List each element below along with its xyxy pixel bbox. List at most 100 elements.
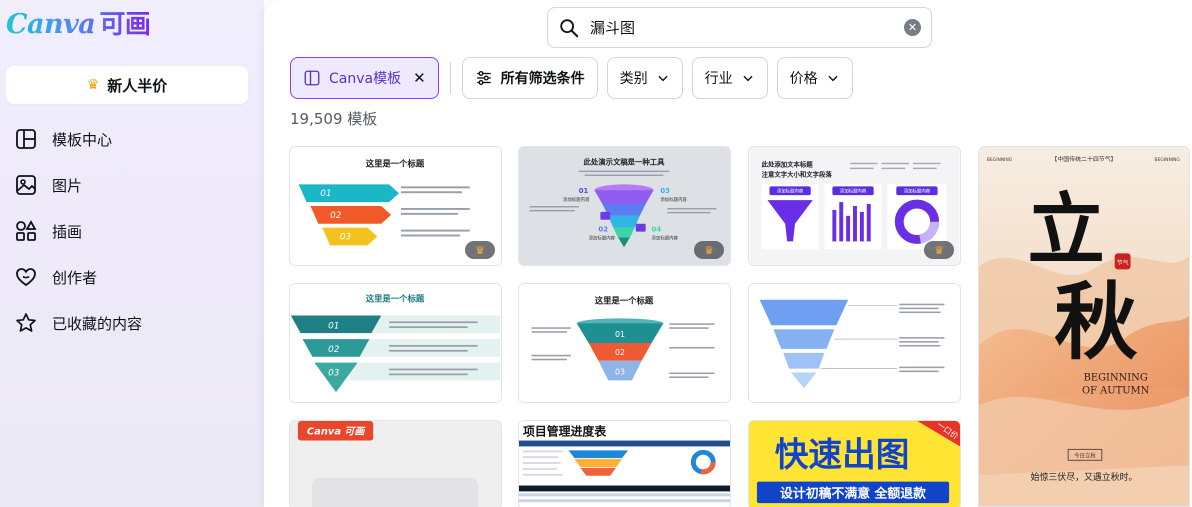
step-number: 02 (615, 348, 625, 357)
sidebar-item-illustrations[interactable]: 插画 (14, 208, 254, 254)
chip-label: Canva模板 (329, 71, 402, 87)
step-number: 03 (615, 367, 625, 376)
thumb-label: 添加标题内容 (563, 196, 590, 203)
crown-icon: ♛ (86, 77, 100, 93)
star-icon (16, 313, 36, 332)
canva-logo[interactable]: Canva 可画 (6, 4, 150, 40)
thumb-title: 此处演示文稿是一种工具 (584, 158, 666, 167)
template-icon (16, 129, 36, 149)
dropdown-label: 价格 (789, 71, 818, 87)
thumb-en-text: BEGINNING (1084, 373, 1148, 384)
result-count: 19,509 模板 (290, 110, 378, 128)
thumb-label: 添加标题内容 (652, 234, 679, 241)
thumb-subtitle: 设计初稿不满意 全额退款 (780, 485, 926, 501)
all-filters-label: 所有筛选条件 (500, 71, 585, 87)
template-card-funnel-1[interactable]: 这里是一个标题 01 02 03 ♛ (289, 146, 502, 266)
price-dropdown[interactable]: 价格 (776, 57, 853, 99)
shapes-icon (16, 220, 37, 241)
sidebar: Canva 可画 ♛ 新人半价 模板中心 图片 插画 创作者 已收藏的内容 (0, 0, 264, 507)
chevron-down-icon (658, 75, 668, 82)
thumb-title: 这里是一个标题 (366, 159, 425, 169)
template-card-funnel-2[interactable]: 此处演示文稿是一种工具 01 03 02 04 添加标题内容 添加标题内容 添加… (518, 146, 731, 266)
template-thumbnail: 这里是一个标题 01 02 03 (290, 284, 501, 402)
thumb-title: 快速出图 (775, 435, 910, 474)
sidebar-item-creators[interactable]: 创作者 (14, 254, 254, 300)
sidebar-item-label: 插画 (52, 222, 83, 241)
thumb-logo: Canva 可画 (307, 427, 367, 438)
thumb-big-char: 秋 (1054, 273, 1138, 371)
step-number: 03 (328, 368, 340, 378)
creator-heart-icon (16, 268, 36, 287)
image-icon (16, 175, 36, 195)
step-number: 01 (579, 187, 589, 195)
template-thumbnail: Canva 可画 (290, 421, 501, 507)
step-number: 03 (340, 232, 352, 242)
thumb-title: 此处添加文本标题 (762, 160, 814, 169)
clear-search-icon[interactable]: ✕ (904, 19, 921, 36)
step-number: 01 (328, 321, 339, 331)
all-filters-button[interactable]: 所有筛选条件 (461, 57, 598, 99)
search-input[interactable] (590, 18, 904, 37)
thumb-label: 添加标题内容 (660, 196, 687, 203)
thumb-corner-text: BEGINNING (1155, 157, 1181, 163)
thumb-label: 添加标题内容 (589, 234, 616, 241)
canva-templates-chip[interactable]: Canva模板 ✕ (290, 57, 439, 99)
template-icon (304, 70, 320, 86)
dropdown-label: 行业 (704, 71, 733, 87)
remove-chip-icon[interactable]: ✕ (413, 69, 426, 87)
thumb-corner-text: BEGINNING (987, 157, 1013, 163)
logo-cn-text: 可画 (99, 10, 151, 40)
template-card-project-progress[interactable]: 项目管理进度表 (518, 420, 731, 507)
template-thumbnail (749, 284, 960, 402)
step-number: 02 (328, 345, 340, 355)
premium-crown-icon: ♛ (465, 241, 495, 259)
thumb-title: 项目管理进度表 (523, 425, 606, 439)
template-thumbnail: 快速出图 一口价 设计初稿不满意 全额退款 (749, 421, 960, 507)
premium-crown-icon: ♛ (924, 241, 954, 259)
step-number: 01 (320, 189, 331, 199)
logo-text: Canva (6, 9, 96, 40)
sidebar-item-label: 创作者 (52, 268, 98, 287)
sidebar-item-photos[interactable]: 图片 (14, 162, 254, 208)
search-bar: ✕ (547, 7, 932, 48)
template-card-quick-design[interactable]: 快速出图 一口价 设计初稿不满意 全额退款 (748, 420, 961, 507)
sidebar-item-label: 已收藏的内容 (52, 314, 143, 333)
sliders-icon (476, 71, 491, 85)
category-dropdown[interactable]: 类别 (606, 57, 683, 99)
template-card-autumn-poster[interactable]: BEGINNING 【中国传统二十四节气】 BEGINNING 立 秋 节气 B… (978, 146, 1190, 507)
search-icon (560, 18, 579, 37)
chevron-down-icon (743, 75, 753, 82)
step-number: 01 (615, 330, 625, 339)
thumb-header: 【中国传统二十四节气】 (1051, 155, 1116, 163)
sidebar-item-favorites[interactable]: 已收藏的内容 (14, 300, 254, 346)
step-number: 02 (598, 226, 608, 234)
sidebar-item-label: 图片 (52, 176, 83, 195)
chevron-down-icon (828, 75, 838, 82)
promo-button[interactable]: ♛ 新人半价 (6, 66, 248, 104)
industry-dropdown[interactable]: 行业 (691, 57, 768, 99)
thumb-subtitle: 注意文字大小和文字段落 (762, 170, 833, 179)
thumb-title: 这里是一个标题 (366, 294, 425, 304)
main-panel: ✕ Canva模板 ✕ 所有筛选条件 类别 行业 价格 19,509 模板 (264, 0, 1192, 507)
thumb-seal: 节气 (1117, 258, 1129, 266)
column-label: 添加标题内容 (840, 188, 867, 195)
template-thumbnail: 这里是一个标题 01 02 03 (519, 284, 730, 402)
template-card-canva-placeholder[interactable]: Canva 可画 (289, 420, 502, 507)
template-card-funnel-3[interactable]: 此处添加文本标题 注意文字大小和文字段落 添加标题内容 添加标题内容 添加标题内… (748, 146, 961, 266)
thumb-tag: 今日立秋 (1074, 451, 1096, 459)
template-card-funnel-6[interactable] (748, 283, 961, 403)
step-number: 04 (652, 226, 662, 234)
sidebar-item-templates[interactable]: 模板中心 (14, 116, 254, 162)
column-label: 添加标题内容 (777, 188, 804, 195)
sidebar-item-label: 模板中心 (52, 130, 113, 149)
dropdown-label: 类别 (619, 71, 648, 87)
sidebar-nav: 模板中心 图片 插画 创作者 已收藏的内容 (14, 116, 254, 346)
template-card-funnel-4[interactable]: 这里是一个标题 01 02 03 (289, 283, 502, 403)
template-thumbnail: BEGINNING 【中国传统二十四节气】 BEGINNING 立 秋 节气 B… (979, 147, 1189, 506)
promo-label: 新人半价 (107, 76, 168, 95)
thumb-title: 这里是一个标题 (595, 296, 654, 306)
thumb-en-text: OF AUTUMN (1082, 386, 1150, 397)
filter-bar: Canva模板 ✕ 所有筛选条件 类别 行业 价格 (290, 57, 853, 99)
thumb-big-char: 立 (1028, 184, 1105, 275)
template-card-funnel-5[interactable]: 这里是一个标题 01 02 03 (518, 283, 731, 403)
